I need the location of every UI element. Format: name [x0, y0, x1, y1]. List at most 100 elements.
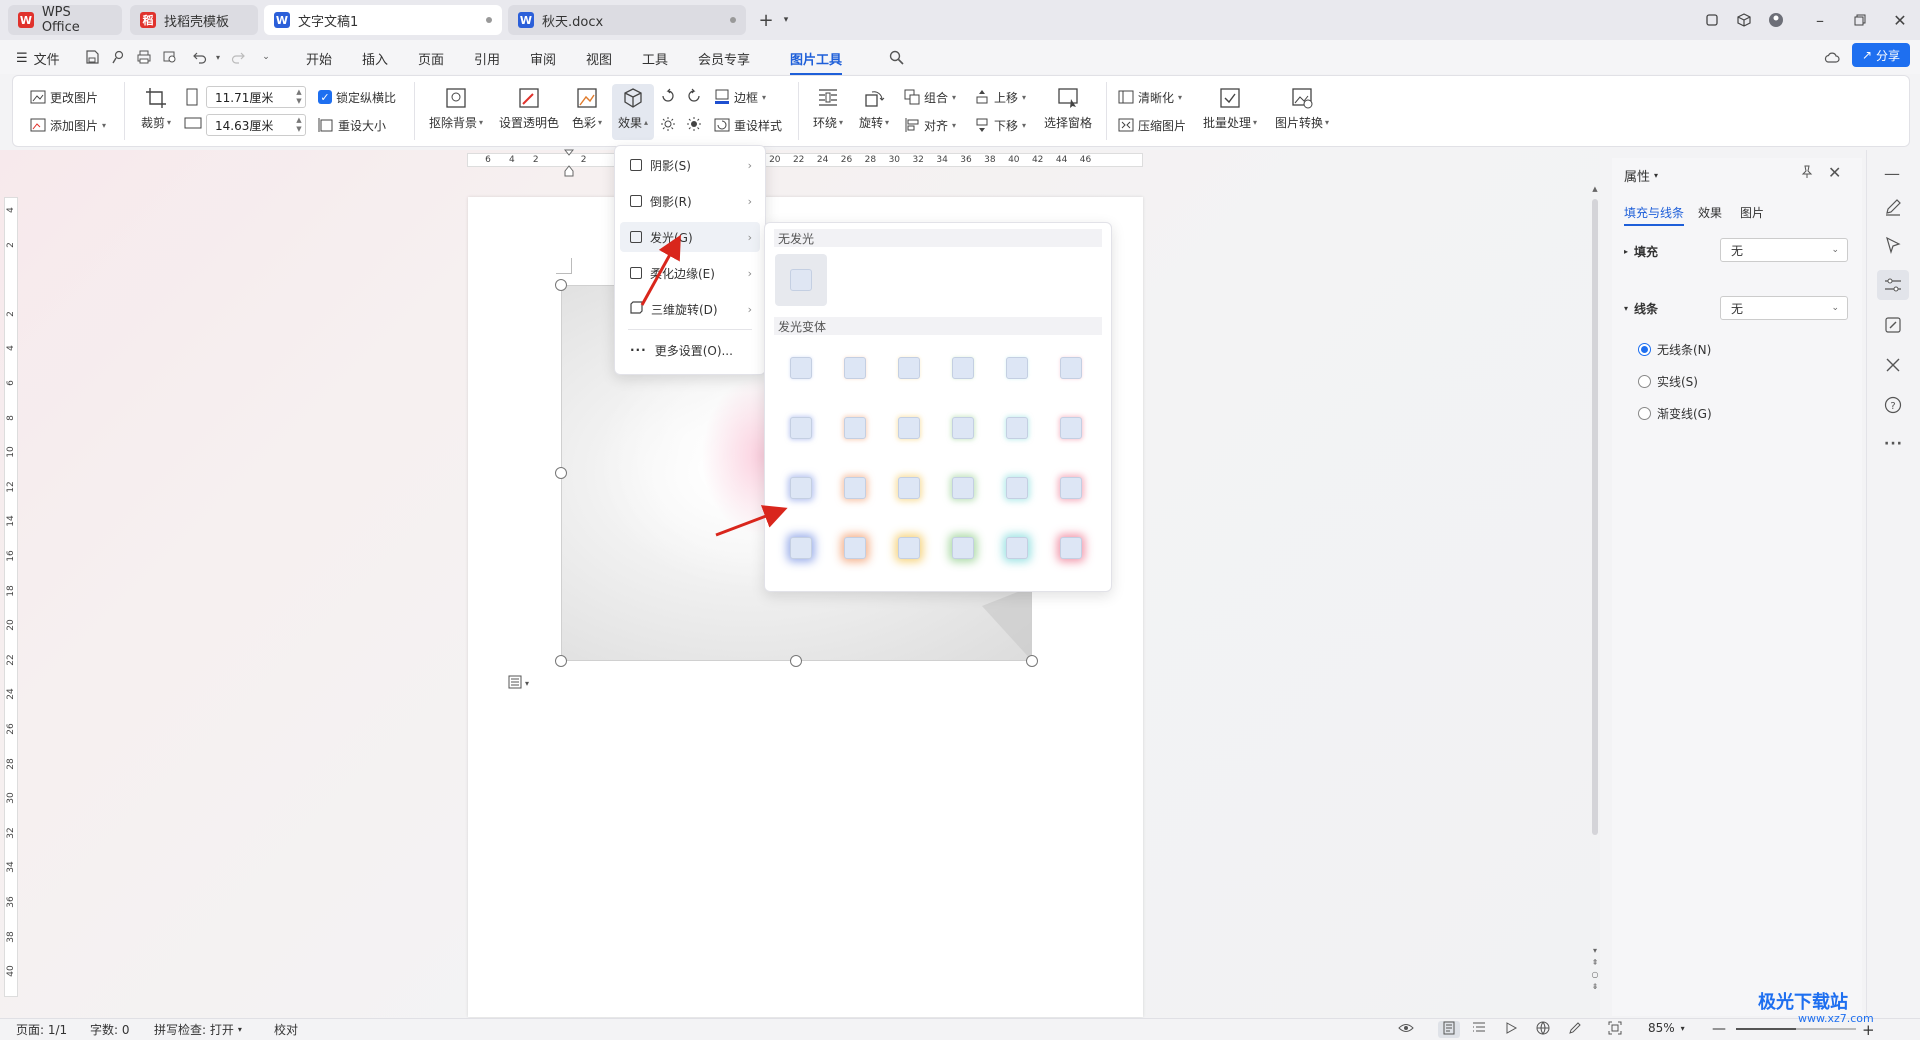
cloud-icon[interactable]: [1822, 47, 1842, 67]
tab-fill-and-line[interactable]: 填充与线条: [1624, 204, 1685, 226]
file-menu[interactable]: ☰ 文件: [16, 47, 60, 69]
tab-template[interactable]: 稻 找稻壳模板: [130, 5, 258, 35]
tab-wps-office[interactable]: W WPS Office: [8, 5, 122, 35]
web-view-icon[interactable]: [1536, 1021, 1550, 1038]
menu-review[interactable]: 审阅: [530, 47, 556, 69]
play-icon[interactable]: [1504, 1021, 1518, 1038]
zoom-level[interactable]: 85% ▾: [1648, 1021, 1685, 1035]
tab-list-chevron-icon[interactable]: ▾: [776, 10, 796, 30]
restore-icon[interactable]: [1850, 10, 1870, 30]
glow-variant-option[interactable]: [829, 342, 881, 394]
align-button[interactable]: 对齐 ▾: [904, 114, 956, 136]
new-tab-icon[interactable]: +: [756, 10, 776, 31]
print-icon[interactable]: [134, 47, 154, 67]
tab-picture[interactable]: 图片: [1740, 204, 1764, 221]
unsaved-dot-icon[interactable]: [486, 17, 492, 23]
scrollbar-thumb[interactable]: [1592, 199, 1598, 835]
share-button[interactable]: ↗ 分享: [1852, 43, 1910, 67]
glow-variant-option[interactable]: [991, 342, 1043, 394]
pen-icon[interactable]: [1884, 198, 1902, 219]
glow-variant-option[interactable]: [829, 462, 881, 514]
change-picture-button[interactable]: 更改图片: [30, 86, 98, 108]
effects-3d-rotation-item[interactable]: 三维旋转(D) ›: [620, 294, 760, 324]
quick-access-chevron-icon[interactable]: ⌄: [256, 47, 276, 67]
redo-icon[interactable]: [228, 47, 248, 67]
move-up-button[interactable]: 上移 ▾: [974, 86, 1026, 108]
unsaved-dot-icon[interactable]: [730, 17, 736, 23]
search-icon[interactable]: [886, 47, 906, 67]
glow-variant-option[interactable]: [883, 522, 935, 574]
line-section-toggle[interactable]: ▾ 线条: [1624, 300, 1658, 317]
eye-protection-icon[interactable]: [1398, 1021, 1414, 1038]
glow-variant-option[interactable]: [991, 462, 1043, 514]
page-view-icon[interactable]: [1438, 1021, 1460, 1038]
add-picture-button[interactable]: 添加图片 ▾: [30, 114, 106, 136]
properties-sliders-icon[interactable]: [1877, 270, 1909, 300]
properties-title[interactable]: 属性 ▾: [1624, 166, 1658, 185]
group-button[interactable]: 组合 ▾: [904, 86, 956, 108]
help-icon[interactable]: ?: [1884, 396, 1902, 417]
glow-variant-option[interactable]: [991, 402, 1043, 454]
glow-variant-option[interactable]: [1045, 522, 1097, 574]
pen-mode-icon[interactable]: [1568, 1021, 1582, 1038]
effects-shadow-item[interactable]: 阴影(S) ›: [620, 150, 760, 180]
word-count[interactable]: 字数: 0: [90, 1021, 130, 1038]
zoom-slider[interactable]: [1736, 1028, 1856, 1030]
format-painter-icon[interactable]: [108, 47, 128, 67]
rotate-button[interactable]: 旋转 ▾: [852, 86, 896, 131]
glow-variant-option[interactable]: [775, 462, 827, 514]
effects-button[interactable]: 效果 ▴: [612, 84, 654, 140]
tab-document-1[interactable]: W 文字文稿1: [264, 5, 502, 35]
save-icon[interactable]: [82, 47, 102, 67]
glow-variant-option[interactable]: [775, 402, 827, 454]
glow-variant-option[interactable]: [937, 342, 989, 394]
more-options-icon[interactable]: ···: [1884, 436, 1903, 452]
crop-button[interactable]: 裁剪 ▾: [128, 86, 184, 131]
glow-variant-option[interactable]: [1045, 402, 1097, 454]
gradient-line-radio[interactable]: 渐变线(G): [1638, 405, 1712, 422]
edit-picture-icon[interactable]: [1884, 316, 1902, 337]
glow-variant-option[interactable]: [829, 402, 881, 454]
scroll-page-nav[interactable]: ▾ ⇞ ○ ⇟: [1590, 945, 1600, 993]
page-count[interactable]: 页面: 1/1: [16, 1021, 67, 1038]
fill-section-toggle[interactable]: ▸ 填充: [1624, 243, 1658, 260]
avatar[interactable]: [1766, 10, 1786, 30]
glow-variant-option[interactable]: [883, 462, 935, 514]
solid-line-radio[interactable]: 实线(S): [1638, 373, 1698, 390]
move-down-button[interactable]: 下移 ▾: [974, 114, 1026, 136]
vertical-scrollbar[interactable]: ▲: [1590, 185, 1600, 835]
layout-options-button[interactable]: ▾: [508, 673, 540, 693]
glow-variant-option[interactable]: [937, 402, 989, 454]
resize-handle-top-left[interactable]: [555, 279, 567, 291]
menu-references[interactable]: 引用: [474, 47, 500, 69]
brightness-icon[interactable]: [660, 116, 676, 132]
collapse-panel-icon[interactable]: —: [1884, 164, 1900, 183]
menu-member[interactable]: 会员专享: [698, 47, 750, 69]
menu-home[interactable]: 开始: [306, 47, 332, 69]
menu-view[interactable]: 视图: [586, 47, 612, 69]
resize-handle-bottom-right[interactable]: [1026, 655, 1038, 667]
menu-picture-tools[interactable]: 图片工具: [790, 47, 843, 75]
glow-variant-option[interactable]: [1045, 342, 1097, 394]
fit-page-icon[interactable]: [1608, 1021, 1622, 1038]
line-select[interactable]: 无 ⌄: [1720, 296, 1848, 320]
window-layout-icon[interactable]: [1702, 10, 1722, 30]
contrast-icon[interactable]: [686, 116, 702, 132]
effects-more-settings-item[interactable]: ··· 更多设置(O)...: [620, 335, 760, 365]
glow-variant-option[interactable]: [883, 402, 935, 454]
fill-select[interactable]: 无 ⌄: [1720, 238, 1848, 262]
minimize-icon[interactable]: –: [1810, 10, 1830, 30]
lock-aspect-ratio-checkbox[interactable]: ✓ 锁定纵横比: [318, 86, 396, 108]
effects-reflection-item[interactable]: 倒影(R) ›: [620, 186, 760, 216]
effects-glow-item[interactable]: 发光(G) ›: [620, 222, 760, 252]
glow-variant-option[interactable]: [775, 342, 827, 394]
compress-picture-button[interactable]: 压缩图片: [1118, 114, 1186, 136]
menu-page[interactable]: 页面: [418, 47, 444, 69]
width-input[interactable]: 11.71厘米 ▲ ▼: [206, 86, 306, 108]
close-window-icon[interactable]: ✕: [1890, 10, 1910, 30]
resize-handle-left[interactable]: [555, 467, 567, 479]
glow-variant-option[interactable]: [937, 522, 989, 574]
cube-app-icon[interactable]: [1734, 10, 1754, 30]
color-button[interactable]: 色彩 ▾: [566, 86, 608, 131]
undo-icon[interactable]: [190, 47, 210, 67]
